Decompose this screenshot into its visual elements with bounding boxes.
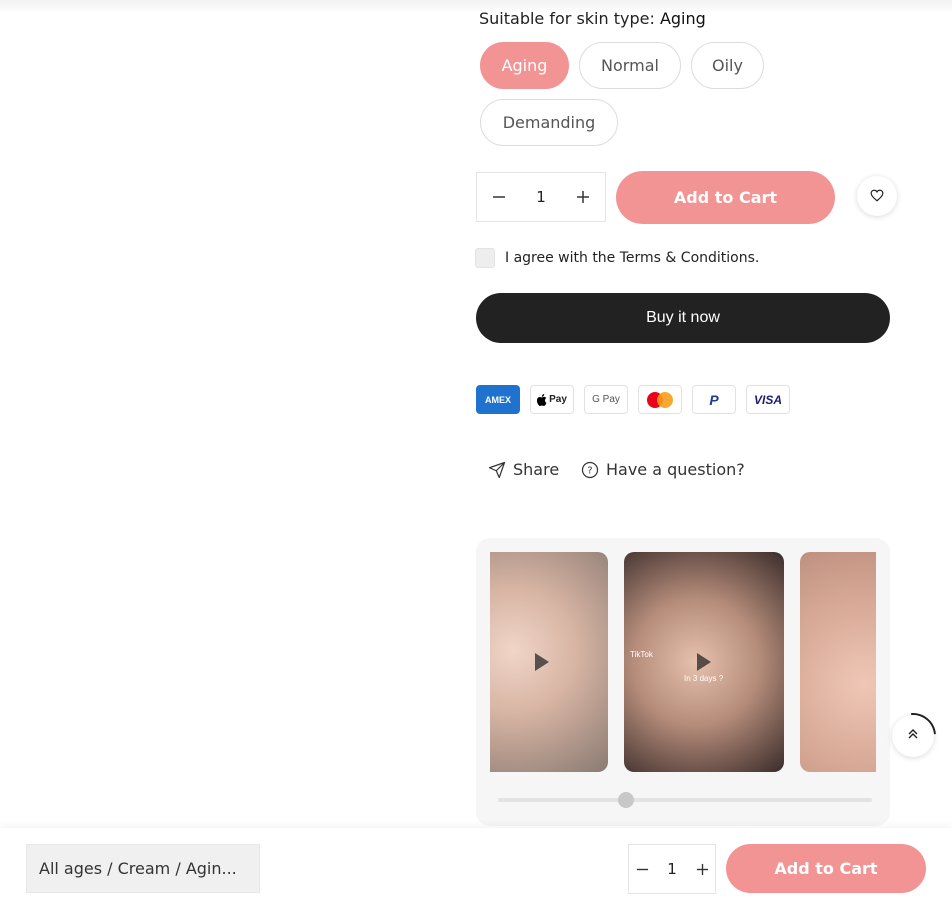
- tiktok-watermark: TikTok: [630, 650, 653, 659]
- question-label: Have a question?: [606, 460, 745, 479]
- carousel-scrollbar-thumb[interactable]: [618, 792, 634, 808]
- video-carousel-viewport: TikTok In 3 days ?: [490, 552, 876, 772]
- mastercard-icon: [638, 385, 682, 414]
- apple-pay-icon: Pay: [530, 385, 574, 414]
- wishlist-button[interactable]: [857, 176, 897, 216]
- buy-now-button[interactable]: Buy it now: [476, 293, 890, 343]
- skin-option-oily[interactable]: Oily: [691, 42, 764, 89]
- paypal-icon: P: [692, 385, 736, 414]
- minus-icon[interactable]: [477, 173, 521, 221]
- video-caption: In 3 days ?: [684, 674, 724, 683]
- video-card[interactable]: [800, 552, 876, 772]
- sticky-add-to-cart-bar: All ages / Cream / Agin... 1 Add to Cart: [0, 828, 952, 901]
- share-icon: [488, 461, 506, 479]
- heart-icon: [870, 187, 884, 206]
- variant-selector[interactable]: All ages / Cream / Agin...: [26, 844, 260, 893]
- share-button[interactable]: Share: [488, 460, 559, 479]
- question-icon: ?: [581, 461, 599, 479]
- header-shadow: [0, 0, 952, 14]
- svg-text:?: ?: [587, 465, 592, 476]
- skin-type-label: Suitable for skin type: Aging: [479, 9, 706, 28]
- sticky-add-to-cart-button[interactable]: Add to Cart: [726, 844, 926, 893]
- skin-option-normal[interactable]: Normal: [579, 42, 681, 89]
- video-carousel: TikTok In 3 days ?: [476, 538, 890, 826]
- plus-icon[interactable]: [561, 173, 605, 221]
- terms-checkbox[interactable]: [475, 248, 495, 268]
- skin-type-label-text: Suitable for skin type:: [479, 9, 655, 28]
- sticky-quantity-value[interactable]: 1: [655, 860, 689, 878]
- apple-pay-text: Pay: [549, 394, 567, 405]
- minus-icon[interactable]: [629, 845, 655, 893]
- video-card[interactable]: TikTok In 3 days ?: [624, 552, 784, 772]
- play-icon[interactable]: [534, 653, 549, 671]
- visa-icon: VISA: [746, 385, 790, 414]
- quantity-value[interactable]: 1: [521, 188, 561, 206]
- skin-option-demanding[interactable]: Demanding: [480, 99, 618, 146]
- double-chevron-up-icon: [907, 728, 919, 744]
- quantity-stepper: 1: [476, 172, 606, 222]
- skin-option-aging[interactable]: Aging: [480, 42, 569, 89]
- add-to-cart-button[interactable]: Add to Cart: [616, 171, 835, 224]
- ask-question-button[interactable]: ? Have a question?: [581, 460, 745, 479]
- video-card[interactable]: [490, 552, 608, 772]
- sticky-quantity-stepper: 1: [628, 844, 716, 894]
- google-pay-icon: G Pay: [584, 385, 628, 414]
- terms-agreement: I agree with the Terms & Conditions.: [475, 248, 759, 268]
- carousel-scrollbar-track[interactable]: [498, 798, 872, 802]
- amex-icon: AMEX: [476, 385, 520, 414]
- share-label: Share: [513, 460, 560, 479]
- play-icon[interactable]: [697, 653, 711, 671]
- plus-icon[interactable]: [689, 845, 715, 893]
- scroll-to-top-button[interactable]: [892, 715, 934, 757]
- terms-text[interactable]: I agree with the Terms & Conditions.: [505, 250, 759, 266]
- skin-type-selected-value: Aging: [659, 9, 706, 28]
